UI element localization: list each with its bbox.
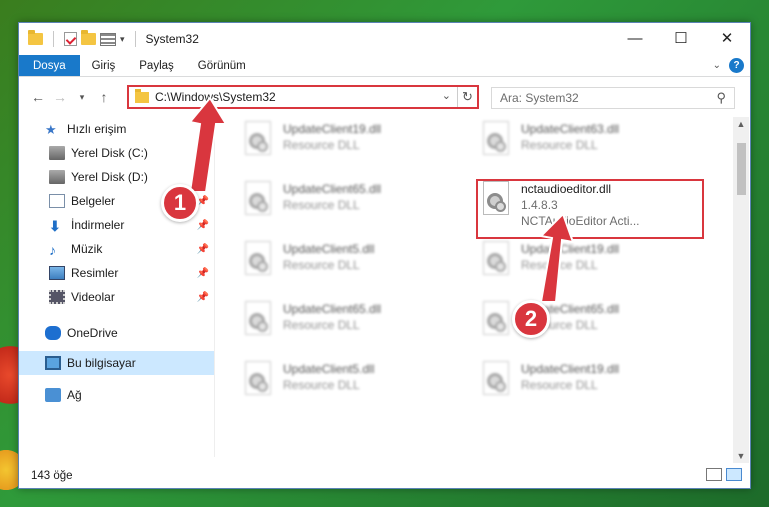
tab-file[interactable]: Dosya	[19, 55, 80, 76]
file-item[interactable]: UpdateClient63.dll Resource DLL	[477, 121, 697, 171]
pin-icon[interactable]: 📌	[197, 268, 209, 279]
sidebar-item-videos[interactable]: Videolar 📌	[19, 285, 215, 309]
status-bar: 143 öğe	[19, 464, 750, 488]
pin-icon[interactable]: 📌	[197, 148, 209, 159]
address-dropdown-icon[interactable]: ⌄	[442, 89, 451, 102]
chevron-down-icon[interactable]: ▾	[120, 34, 125, 45]
dll-file-icon	[239, 361, 273, 401]
dll-file-icon	[239, 241, 273, 281]
file-item[interactable]: UpdateClient65.dll Resource DLL	[239, 301, 459, 351]
pin-icon[interactable]: 📌	[197, 292, 209, 303]
item-count: 143 öğe	[31, 470, 73, 482]
address-path[interactable]: C:\Windows\System32	[155, 90, 276, 104]
drive-icon	[49, 170, 65, 184]
sidebar-item-quick-access[interactable]: ★ Hızlı erişim	[19, 117, 215, 141]
search-icon[interactable]: ⚲	[716, 90, 726, 106]
step-1-badge: 1	[161, 184, 199, 222]
step-2-badge: 2	[512, 300, 550, 338]
close-button[interactable]: ✕	[704, 23, 750, 53]
vertical-scrollbar[interactable]: ▲ ▼	[733, 117, 749, 463]
file-item[interactable]: UpdateClient65.dll Resource DLL	[477, 301, 697, 351]
search-placeholder: Ara: System32	[500, 91, 579, 105]
file-item[interactable]: UpdateClient65.dll Resource DLL	[239, 181, 459, 231]
title-bar: ▾ System32 — ☐ ✕	[19, 23, 750, 55]
navigation-pane: ★ Hızlı erişim Yerel Disk (C:) 📌 Yerel D…	[19, 117, 215, 457]
file-item[interactable]: UpdateClient5.dll Resource DLL	[239, 361, 459, 411]
sidebar-item-this-pc[interactable]: Bu bilgisayar	[19, 351, 215, 375]
pin-icon[interactable]: 📌	[197, 244, 209, 255]
tiles-view-icon[interactable]	[726, 468, 742, 481]
dll-file-icon	[477, 361, 511, 401]
explorer-window: ▾ System32 — ☐ ✕ Dosya Giriş Paylaş Görü…	[18, 22, 751, 489]
star-icon: ★	[45, 122, 57, 137]
dll-file-icon	[239, 301, 273, 341]
sidebar-item-onedrive[interactable]: OneDrive	[19, 321, 215, 345]
properties-check-icon[interactable]	[64, 32, 77, 46]
scroll-up-icon[interactable]: ▲	[733, 119, 749, 129]
pictures-icon	[49, 266, 65, 280]
refresh-icon[interactable]: ↻	[457, 87, 477, 107]
search-input[interactable]: Ara: System32 ⚲	[491, 87, 735, 109]
file-item[interactable]: UpdateClient19.dll Resource DLL	[477, 361, 697, 411]
customize-toolbar-icon[interactable]	[100, 32, 116, 46]
quick-access-toolbar: ▾ System32	[19, 30, 199, 47]
drive-icon	[49, 146, 65, 160]
ribbon-tabs: Dosya Giriş Paylaş Görünüm ⌄ ?	[19, 55, 750, 77]
tab-home[interactable]: Giriş	[80, 55, 128, 76]
minimize-button[interactable]: —	[612, 23, 658, 53]
address-row: ← → ▾ ↑ C:\Windows\System32 ⌄ ↻ Ara: Sys…	[19, 77, 750, 117]
folder-icon	[135, 88, 149, 103]
videos-icon	[49, 290, 65, 304]
dll-file-icon	[477, 241, 511, 281]
forward-arrow-icon[interactable]: →	[49, 89, 71, 105]
help-icon[interactable]: ?	[729, 58, 744, 73]
address-bar[interactable]: C:\Windows\System32 ⌄ ↻	[127, 85, 479, 109]
pin-icon[interactable]: 📌	[197, 172, 209, 183]
dll-file-icon	[477, 301, 511, 341]
sidebar-item-pictures[interactable]: Resimler 📌	[19, 261, 215, 285]
tab-view[interactable]: Görünüm	[186, 55, 258, 76]
file-item[interactable]: UpdateClient19.dll Resource DLL	[477, 241, 697, 291]
network-icon	[45, 388, 61, 402]
scroll-down-icon[interactable]: ▼	[733, 451, 749, 461]
music-icon: ♪	[49, 242, 56, 258]
window-title: System32	[145, 32, 199, 46]
scroll-thumb[interactable]	[737, 143, 746, 195]
recent-dropdown-icon[interactable]: ▾	[71, 92, 93, 103]
cloud-icon	[45, 326, 61, 340]
pin-icon[interactable]: 📌	[197, 220, 209, 231]
dll-file-icon	[239, 121, 273, 161]
window-controls: — ☐ ✕	[612, 23, 750, 53]
sidebar-item-network[interactable]: Ağ	[19, 383, 215, 407]
dll-file-icon	[477, 121, 511, 161]
file-item[interactable]: UpdateClient19.dll Resource DLL	[239, 121, 459, 171]
new-folder-icon[interactable]	[81, 30, 96, 45]
documents-icon	[49, 194, 65, 208]
tab-share[interactable]: Paylaş	[127, 55, 186, 76]
file-item[interactable]: UpdateClient5.dll Resource DLL	[239, 241, 459, 291]
expand-ribbon-icon[interactable]: ⌄	[713, 60, 721, 71]
sidebar-item-music[interactable]: ♪ Müzik 📌	[19, 237, 215, 261]
wallpaper-flower-yellow	[0, 440, 20, 500]
up-arrow-icon[interactable]: ↑	[93, 89, 115, 105]
target-file-highlight	[476, 179, 704, 239]
back-arrow-icon[interactable]: ←	[27, 89, 49, 105]
sidebar-item-disk-c[interactable]: Yerel Disk (C:) 📌	[19, 141, 215, 165]
file-list: UpdateClient19.dll Resource DLL UpdateCli…	[239, 117, 739, 457]
details-view-icon[interactable]	[706, 468, 722, 481]
downloads-icon: ⬇	[49, 218, 61, 234]
computer-icon	[45, 356, 61, 370]
folder-icon	[28, 30, 43, 45]
dll-file-icon	[239, 181, 273, 221]
maximize-button[interactable]: ☐	[658, 23, 704, 53]
